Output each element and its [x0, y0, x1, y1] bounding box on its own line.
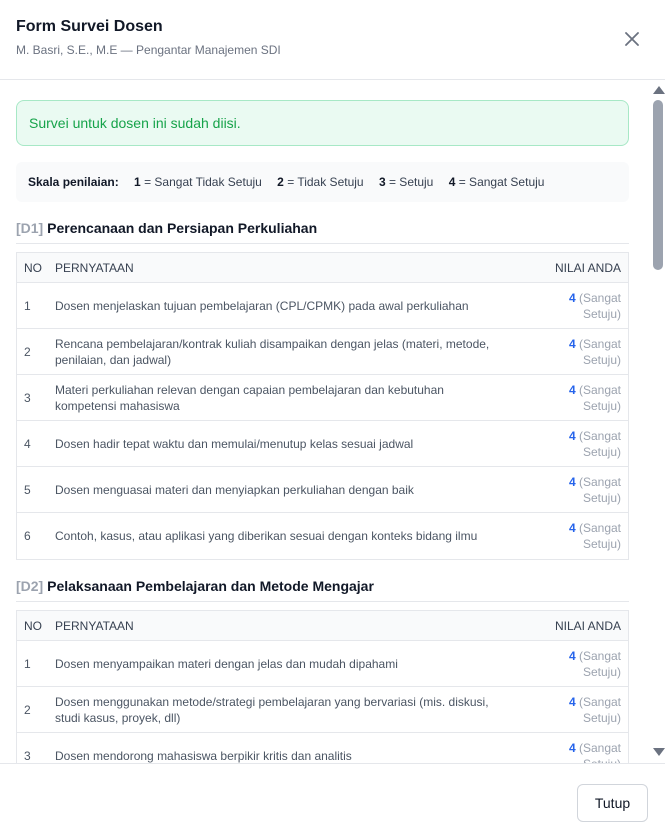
table-row: 2 Dosen menggunakan metode/strategi pembe…: [17, 687, 628, 733]
rating-value: 4: [568, 382, 576, 397]
row-statement: Dosen menyampaikan materi dengan jelas d…: [55, 656, 398, 671]
row-statement: Rencana pembelajaran/kontrak kuliah disa…: [55, 336, 490, 367]
rating-value: 4: [568, 474, 576, 489]
rating-label: (Sangat Setuju): [578, 428, 621, 459]
row-rating: 4 (Sangat Setuju): [528, 474, 628, 506]
survey-content: Survei untuk dosen ini sudah diisi. Skal…: [16, 100, 629, 763]
survey-table: NO PERNYATAAN NILAI ANDA 1 Dosen menyampaika…: [16, 610, 629, 763]
row-rating: 4 (Sangat Setuju): [528, 740, 628, 763]
table-row: 1 Dosen menjelaskan tujuan pembelajaran (…: [17, 283, 628, 329]
row-statement: Dosen menguasai materi dan menyiapkan pe…: [55, 482, 414, 497]
modal-footer: Tutup: [0, 763, 665, 839]
row-rating: 4 (Sangat Setuju): [528, 694, 628, 726]
row-number: 6: [24, 529, 31, 543]
rating-value: 4: [568, 428, 576, 443]
scale-item: 4 = Sangat Setuju: [448, 175, 545, 189]
survey-table: NO PERNYATAAN NILAI ANDA 1 Dosen menjelaskan…: [16, 252, 629, 560]
rating-value: 4: [568, 694, 576, 709]
column-header-value: NILAI ANDA: [554, 618, 621, 633]
section-title: [D2] Pelaksanaan Pembelajaran dan Metode…: [16, 578, 629, 602]
success-alert: Survei untuk dosen ini sudah diisi.: [16, 100, 629, 146]
row-rating: 4 (Sangat Setuju): [528, 336, 628, 368]
rating-value: 4: [568, 648, 576, 663]
modal-title: Form Survei Dosen: [16, 18, 163, 35]
row-rating: 4 (Sangat Setuju): [528, 648, 628, 680]
column-header-value: NILAI ANDA: [554, 260, 621, 275]
table-row: 3 Dosen mendorong mahasiswa berpikir krit…: [17, 733, 628, 763]
close-icon: [625, 32, 639, 46]
row-rating: 4 (Sangat Setuju): [528, 520, 628, 552]
row-statement: Contoh, kasus, atau aplikasi yang diberi…: [55, 529, 478, 543]
row-number: 1: [24, 298, 31, 313]
row-rating: 4 (Sangat Setuju): [528, 382, 628, 414]
rating-label: (Sangat Setuju): [578, 382, 621, 413]
rating-label: (Sangat Setuju): [578, 290, 621, 321]
section-code: [D1]: [16, 220, 44, 236]
scrollbar-thumb[interactable]: [653, 100, 663, 270]
rating-value: 4: [568, 521, 576, 535]
scale-item: 1 = Sangat Tidak Setuju: [134, 175, 262, 189]
row-statement: Dosen menjelaskan tujuan pembelajaran (C…: [55, 298, 469, 313]
column-header-statement: PERNYATAAN: [55, 260, 134, 275]
table-row: 3 Materi perkuliahan relevan dengan capai…: [17, 375, 628, 421]
modal-header: Form Survei Dosen M. Basri, S.E., M.E — …: [0, 0, 665, 80]
tutup-button[interactable]: Tutup: [577, 784, 648, 822]
table-header: NO PERNYATAAN NILAI ANDA: [17, 611, 628, 641]
rating-scale: Skala penilaian: 1 = Sangat Tidak Setuju…: [16, 162, 629, 202]
rating-label: (Sangat Setuju): [578, 741, 621, 763]
row-statement: Dosen mendorong mahasiswa berpikir kriti…: [55, 749, 352, 763]
rating-scale-label: Skala penilaian:: [28, 175, 119, 189]
row-number: 2: [24, 702, 31, 717]
close-button[interactable]: [620, 27, 644, 51]
row-number: 3: [24, 390, 31, 405]
rating-label: (Sangat Setuju): [578, 521, 621, 551]
row-number: 2: [24, 344, 31, 359]
rating-label: (Sangat Setuju): [578, 474, 621, 505]
column-header-no: NO: [24, 260, 42, 275]
rating-label: (Sangat Setuju): [578, 336, 621, 367]
column-header-no: NO: [24, 618, 42, 633]
row-rating: 4 (Sangat Setuju): [528, 290, 628, 322]
column-header-statement: PERNYATAAN: [55, 618, 134, 633]
modal-body[interactable]: Survei untuk dosen ini sudah diisi. Skal…: [0, 80, 665, 763]
row-number: 3: [24, 749, 31, 763]
table-header: NO PERNYATAAN NILAI ANDA: [17, 253, 628, 283]
table-row: 2 Rencana pembelajaran/kontrak kuliah dis…: [17, 329, 628, 375]
rating-value: 4: [568, 290, 576, 305]
scale-item: 2 = Tidak Setuju: [277, 175, 364, 189]
table-row: 6 Contoh, kasus, atau aplikasi yang diber…: [17, 513, 628, 559]
rating-label: (Sangat Setuju): [578, 694, 621, 725]
row-number: 5: [24, 482, 31, 497]
section-title: [D1] Perencanaan dan Persiapan Perkuliah…: [16, 220, 629, 244]
rating-value: 4: [568, 741, 576, 755]
rating-label: (Sangat Setuju): [578, 648, 621, 679]
scrollbar[interactable]: [651, 80, 665, 763]
survey-modal: Form Survei Dosen M. Basri, S.E., M.E — …: [0, 0, 665, 839]
section-heading: Pelaksanaan Pembelajaran dan Metode Meng…: [47, 578, 374, 594]
section-heading: Perencanaan dan Persiapan Perkuliahan: [47, 220, 318, 236]
table-row: 1 Dosen menyampaikan materi dengan jelas …: [17, 641, 628, 687]
survey-sections: [D1] Perencanaan dan Persiapan Perkuliah…: [16, 220, 629, 763]
scroll-up-arrow-icon[interactable]: [653, 86, 665, 94]
row-number: 1: [24, 656, 31, 671]
row-rating: 4 (Sangat Setuju): [528, 428, 628, 460]
row-statement: Materi perkuliahan relevan dengan capaia…: [55, 382, 444, 413]
section-code: [D2]: [16, 578, 44, 594]
scroll-down-arrow-icon[interactable]: [653, 748, 665, 756]
modal-subtitle: M. Basri, S.E., M.E — Pengantar Manajeme…: [16, 43, 281, 57]
row-statement: Dosen menggunakan metode/strategi pembel…: [55, 694, 489, 725]
row-statement: Dosen hadir tepat waktu dan memulai/menu…: [55, 436, 414, 451]
row-number: 4: [24, 436, 31, 451]
scale-item: 3 = Setuju: [378, 175, 434, 189]
rating-value: 4: [568, 336, 576, 351]
table-row: 4 Dosen hadir tepat waktu dan memulai/men…: [17, 421, 628, 467]
table-row: 5 Dosen menguasai materi dan menyiapkan p…: [17, 467, 628, 513]
